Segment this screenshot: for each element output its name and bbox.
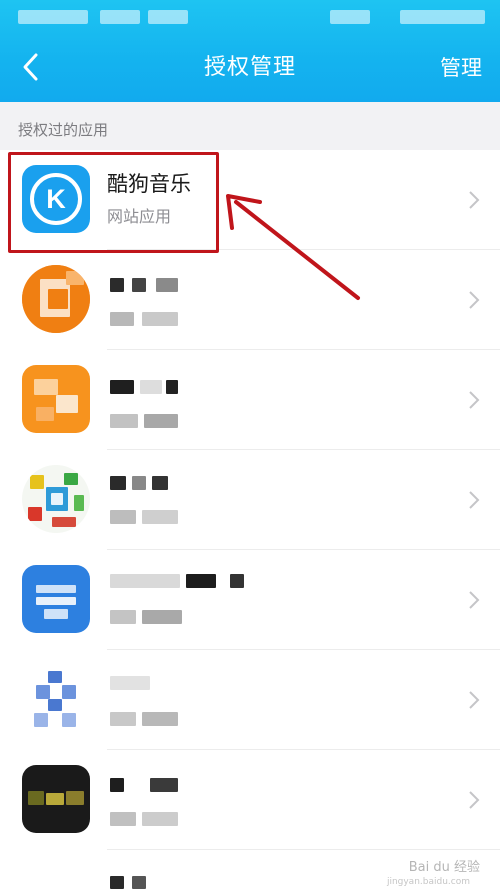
section-header: 授权过的应用 — [0, 102, 500, 150]
blurred-app-icon — [22, 365, 90, 433]
app-type: 网站应用 — [107, 207, 172, 226]
back-button[interactable] — [14, 50, 48, 84]
blurred-text — [110, 312, 134, 326]
blurred-text — [110, 610, 136, 624]
blurred-text — [110, 574, 180, 588]
blurred-text — [152, 476, 168, 490]
chevron-right-icon — [468, 490, 480, 510]
page-title: 授权管理 — [203, 55, 296, 80]
list-item[interactable] — [0, 350, 500, 450]
blurred-app-icon — [22, 665, 90, 733]
blurred-app-icon — [22, 265, 90, 333]
blurred-text — [186, 574, 216, 588]
blurred-text — [142, 312, 178, 326]
blurred-text — [166, 380, 178, 394]
blurred-text — [142, 812, 178, 826]
app-name: 酷狗音乐 — [107, 172, 191, 196]
blurred-text — [142, 610, 182, 624]
blurred-text — [142, 510, 178, 524]
blurred-text — [110, 778, 124, 792]
list-item-kugou[interactable]: K 酷狗音乐 网站应用 — [0, 150, 500, 250]
blurred-text — [142, 712, 178, 726]
list-item[interactable] — [0, 550, 500, 650]
blurred-app-icon — [22, 765, 90, 833]
status-bar — [0, 0, 500, 34]
blurred-text — [132, 876, 146, 889]
blurred-app-icon — [22, 565, 90, 633]
chevron-right-icon — [468, 390, 480, 410]
chevron-left-icon — [23, 53, 38, 81]
section-label: 授权过的应用 — [18, 121, 109, 139]
watermark: Bai du 经验 — [408, 860, 480, 875]
blurred-text — [110, 712, 136, 726]
chevron-right-icon — [468, 590, 480, 610]
blurred-text — [110, 676, 150, 690]
top-nav-bar: 授权管理 管理 — [0, 0, 500, 102]
manage-button[interactable]: 管理 — [440, 52, 482, 84]
status-bar-blurred — [400, 10, 485, 24]
blurred-text — [230, 574, 244, 588]
blurred-text — [110, 476, 126, 490]
blurred-text — [140, 380, 162, 394]
blurred-text — [132, 476, 146, 490]
list-item[interactable] — [0, 650, 500, 750]
chevron-right-icon — [468, 290, 480, 310]
blurred-text — [110, 510, 136, 524]
blurred-text — [110, 414, 138, 428]
blurred-text — [110, 380, 134, 394]
blurred-app-icon — [22, 465, 90, 533]
list-item[interactable] — [0, 450, 500, 550]
svg-text:K: K — [46, 184, 66, 214]
list-item[interactable] — [0, 750, 500, 850]
chevron-right-icon — [468, 790, 480, 810]
blurred-text — [110, 812, 136, 826]
blurred-text — [110, 278, 124, 292]
blurred-text — [150, 778, 178, 792]
list-item[interactable] — [0, 250, 500, 350]
status-bar-blurred — [148, 10, 188, 24]
status-bar-blurred — [330, 10, 370, 24]
kugou-music-icon: K — [22, 165, 90, 233]
status-bar-blurred — [18, 10, 88, 24]
chevron-right-icon — [468, 690, 480, 710]
blurred-text — [110, 876, 124, 889]
blurred-text — [132, 278, 146, 292]
status-bar-blurred — [100, 10, 140, 24]
blurred-text — [156, 278, 178, 292]
watermark-url: jingyan.baidu.com — [386, 877, 470, 887]
blurred-text — [144, 414, 178, 428]
chevron-right-icon — [468, 190, 480, 210]
